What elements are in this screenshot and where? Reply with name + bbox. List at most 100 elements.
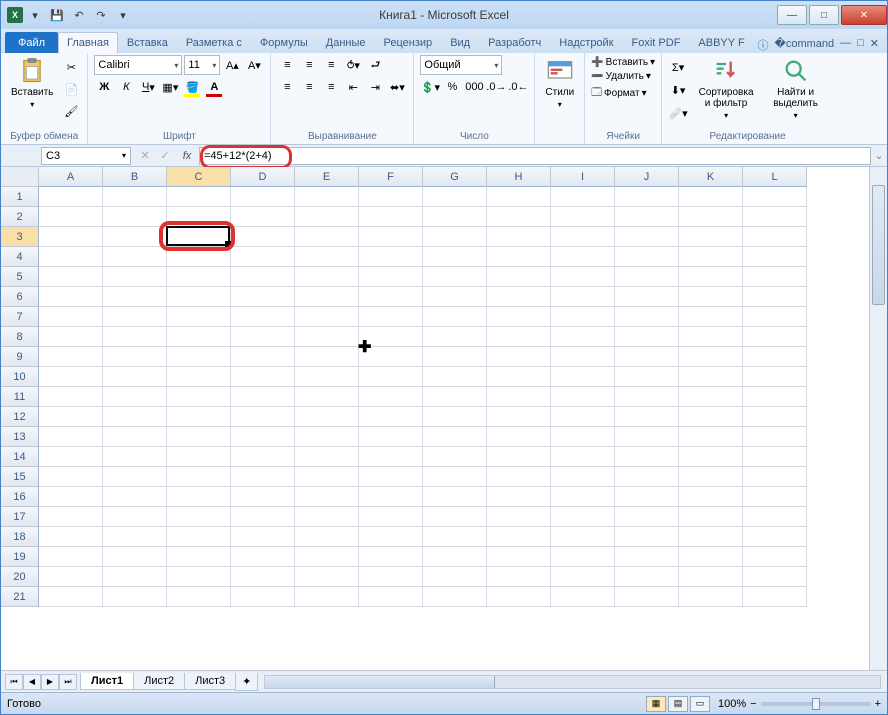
vertical-scrollbar[interactable] (869, 167, 887, 670)
align-center-icon[interactable]: ≡ (299, 77, 319, 97)
align-middle-icon[interactable]: ≡ (299, 55, 319, 75)
cell[interactable] (615, 347, 679, 367)
cell[interactable] (231, 487, 295, 507)
cell[interactable] (551, 587, 615, 607)
cell[interactable] (743, 567, 807, 587)
cell[interactable] (743, 347, 807, 367)
cell[interactable] (103, 327, 167, 347)
help-icon[interactable]: ⓘ (758, 37, 769, 53)
doc-restore-icon[interactable]: □ (857, 37, 864, 53)
cell[interactable] (359, 307, 423, 327)
cell[interactable] (39, 327, 103, 347)
new-sheet-icon[interactable]: ✦ (235, 673, 258, 691)
cell[interactable] (231, 187, 295, 207)
row-header[interactable]: 10 (1, 367, 39, 387)
row-header[interactable]: 4 (1, 247, 39, 267)
cell[interactable] (167, 347, 231, 367)
cell[interactable] (359, 427, 423, 447)
cell[interactable] (359, 527, 423, 547)
row-header[interactable]: 7 (1, 307, 39, 327)
cell[interactable] (39, 467, 103, 487)
cell[interactable] (359, 287, 423, 307)
cell[interactable] (359, 347, 423, 367)
cell[interactable] (551, 507, 615, 527)
cell[interactable] (423, 447, 487, 467)
cell[interactable] (103, 367, 167, 387)
cell[interactable] (743, 367, 807, 387)
cell[interactable] (615, 447, 679, 467)
cell[interactable] (679, 427, 743, 447)
cell[interactable] (295, 367, 359, 387)
cell[interactable] (487, 587, 551, 607)
cell[interactable] (103, 387, 167, 407)
underline-button[interactable]: Ч▾ (138, 77, 158, 97)
cell[interactable] (167, 427, 231, 447)
font-color-icon[interactable]: A (204, 77, 224, 97)
cell[interactable] (551, 187, 615, 207)
cell[interactable] (423, 287, 487, 307)
cell[interactable] (487, 487, 551, 507)
number-format-combo[interactable]: Общий▾ (420, 55, 502, 75)
tab-data[interactable]: Данные (317, 32, 375, 53)
cell[interactable] (423, 327, 487, 347)
decrease-decimal-icon[interactable]: .0← (508, 77, 528, 97)
column-header[interactable]: C (167, 167, 231, 187)
paste-button[interactable]: Вставить ▾ (7, 55, 57, 111)
cell[interactable] (487, 247, 551, 267)
cell[interactable] (615, 267, 679, 287)
cell[interactable] (103, 287, 167, 307)
cell[interactable] (423, 547, 487, 567)
cell[interactable] (295, 567, 359, 587)
cell[interactable] (743, 207, 807, 227)
cell[interactable] (231, 527, 295, 547)
cell[interactable] (423, 227, 487, 247)
cell[interactable] (167, 547, 231, 567)
cell[interactable] (359, 207, 423, 227)
cell[interactable] (551, 327, 615, 347)
cell[interactable] (743, 427, 807, 447)
row-header[interactable]: 6 (1, 287, 39, 307)
find-select-button[interactable]: Найти и выделить▾ (764, 55, 827, 122)
cell[interactable] (231, 307, 295, 327)
cell[interactable] (39, 427, 103, 447)
cell[interactable] (423, 527, 487, 547)
autosum-icon[interactable]: Σ▾ (668, 57, 688, 77)
tab-addins[interactable]: Надстройк (550, 32, 622, 53)
cell[interactable] (39, 527, 103, 547)
align-bottom-icon[interactable]: ≡ (321, 55, 341, 75)
cell[interactable] (487, 527, 551, 547)
cell[interactable] (679, 307, 743, 327)
cell[interactable] (487, 327, 551, 347)
cell[interactable] (167, 367, 231, 387)
cell[interactable] (615, 287, 679, 307)
column-header[interactable]: F (359, 167, 423, 187)
cell[interactable] (103, 267, 167, 287)
merge-icon[interactable]: ⬌▾ (387, 77, 407, 97)
cell[interactable] (359, 467, 423, 487)
row-header[interactable]: 1 (1, 187, 39, 207)
cell[interactable] (295, 187, 359, 207)
cell[interactable] (231, 207, 295, 227)
cell[interactable] (167, 507, 231, 527)
undo-icon[interactable]: ↶ (69, 5, 89, 25)
cell[interactable] (551, 267, 615, 287)
page-layout-view-icon[interactable]: ▤ (668, 696, 688, 712)
cell[interactable] (679, 227, 743, 247)
cell[interactable] (167, 207, 231, 227)
cell[interactable] (679, 187, 743, 207)
row-header[interactable]: 12 (1, 407, 39, 427)
cell[interactable] (167, 327, 231, 347)
cell[interactable] (103, 207, 167, 227)
tab-insert[interactable]: Вставка (118, 32, 177, 53)
cell[interactable] (39, 587, 103, 607)
cell[interactable] (295, 467, 359, 487)
cell[interactable] (231, 507, 295, 527)
grow-font-icon[interactable]: A▴ (222, 55, 242, 75)
page-break-view-icon[interactable]: ▭ (690, 696, 710, 712)
row-header[interactable]: 13 (1, 427, 39, 447)
cell[interactable] (103, 507, 167, 527)
cell[interactable] (359, 547, 423, 567)
cell[interactable] (103, 547, 167, 567)
cell[interactable] (359, 327, 423, 347)
cell[interactable] (743, 227, 807, 247)
